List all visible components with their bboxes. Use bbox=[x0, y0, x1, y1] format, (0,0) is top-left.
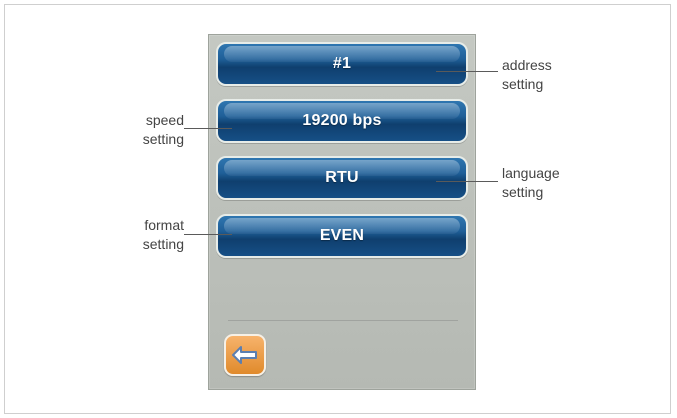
language-setting-button[interactable]: RTU bbox=[216, 156, 468, 200]
speed-setting-button[interactable]: 19200 bps bbox=[216, 99, 468, 143]
language-callout-label: language setting bbox=[502, 164, 560, 202]
speed-callout-line bbox=[184, 128, 232, 129]
address-setting-value: #1 bbox=[332, 55, 352, 72]
address-label-line1: address bbox=[502, 57, 552, 73]
speed-setting-value: 19200 bps bbox=[302, 112, 382, 129]
format-callout-label: format setting bbox=[118, 216, 184, 254]
language-label-line1: language bbox=[502, 165, 560, 181]
language-label-line2: setting bbox=[502, 184, 544, 200]
format-setting-button[interactable]: EVEN bbox=[216, 214, 468, 258]
address-callout-label: address setting bbox=[502, 56, 552, 94]
speed-callout-label: speed setting bbox=[118, 111, 184, 149]
back-button[interactable] bbox=[224, 334, 266, 376]
format-callout-line bbox=[184, 234, 232, 235]
panel-divider bbox=[228, 320, 458, 321]
back-arrow-icon bbox=[232, 346, 257, 364]
format-label-line1: format bbox=[144, 217, 184, 233]
speed-label-line1: speed bbox=[145, 112, 184, 128]
address-callout-line bbox=[436, 71, 498, 72]
address-label-line2: setting bbox=[502, 76, 544, 92]
language-callout-line bbox=[436, 181, 498, 182]
format-label-line2: setting bbox=[142, 236, 184, 252]
format-setting-value: EVEN bbox=[319, 227, 365, 244]
address-setting-button[interactable]: #1 bbox=[216, 42, 468, 86]
speed-label-line2: setting bbox=[142, 131, 184, 147]
language-setting-value: RTU bbox=[325, 169, 359, 186]
